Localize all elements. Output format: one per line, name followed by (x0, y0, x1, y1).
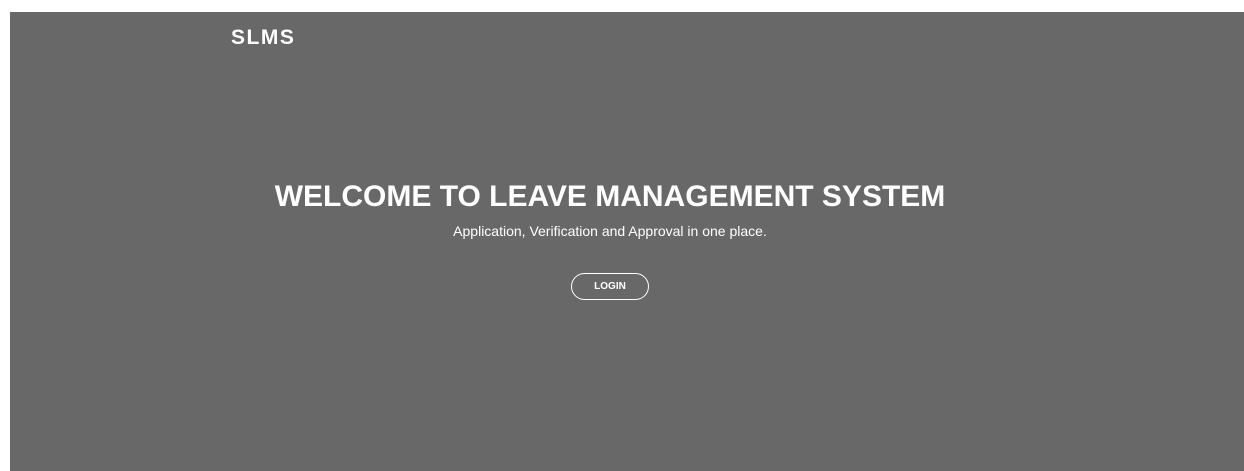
hero-title: WELCOME TO LEAVE MANAGEMENT SYSTEM (274, 180, 946, 213)
landing-page: SLMS WELCOME TO LEAVE MANAGEMENT SYSTEM … (10, 12, 1244, 471)
hero-section: WELCOME TO LEAVE MANAGEMENT SYSTEM Appli… (10, 177, 1210, 300)
hero-subtitle: Application, Verification and Approval i… (453, 223, 767, 239)
brand-logo[interactable]: SLMS (231, 26, 295, 50)
login-button[interactable]: LOGIN (571, 273, 649, 300)
